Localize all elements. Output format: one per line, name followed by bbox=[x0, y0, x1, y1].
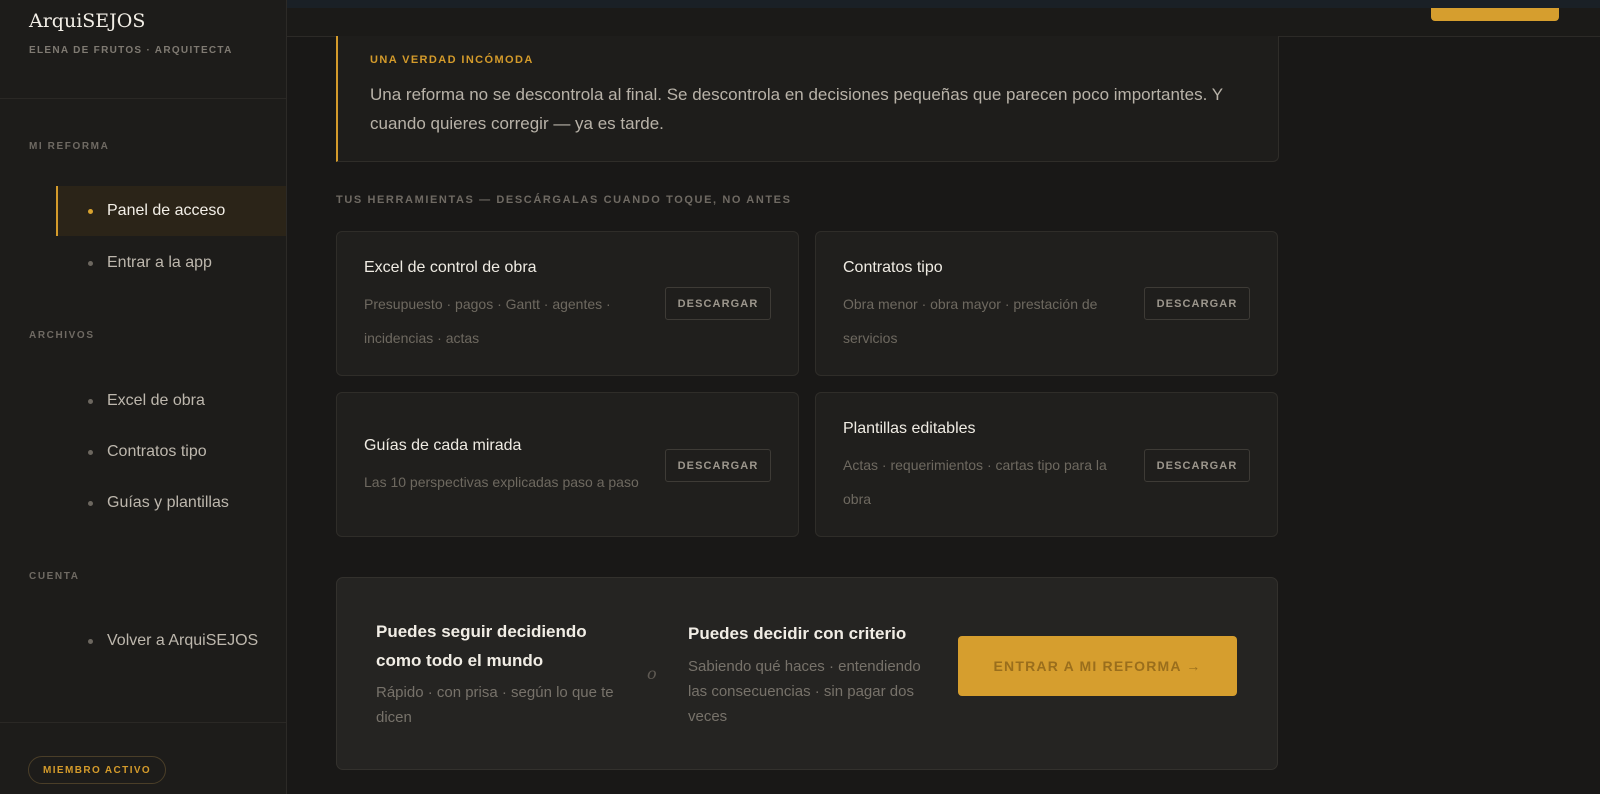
card-description: Obra menor · obra mayor · prestación de … bbox=[843, 296, 1098, 346]
tools-section-title: TUS HERRAMIENTAS — DESCÁRGALAS CUANDO TO… bbox=[336, 194, 792, 206]
bullet-icon bbox=[88, 208, 93, 214]
sidebar-divider bbox=[0, 722, 286, 723]
card-description: Las 10 perspectivas explicadas paso a pa… bbox=[364, 474, 639, 490]
section-label-mi-reforma: MI REFORMA bbox=[29, 141, 110, 152]
tool-card-guias: Guías de cada mirada Las 10 perspectivas… bbox=[336, 392, 799, 537]
download-button[interactable]: DESCARGAR bbox=[1144, 449, 1250, 482]
card-title: Excel de control de obra bbox=[364, 259, 537, 276]
card-description: Presupuesto · pagos · Gantt · agentes · … bbox=[364, 296, 611, 346]
sidebar-item-label: Volver a ArquiSEJOS bbox=[107, 632, 259, 649]
download-button[interactable]: DESCARGAR bbox=[665, 287, 771, 320]
membership-badge: MIEMBRO ACTIVO bbox=[28, 756, 167, 784]
callout-box: UNA VERDAD INCÓMODA Una reforma no se de… bbox=[336, 36, 1279, 162]
download-button[interactable]: DESCARGAR bbox=[665, 449, 771, 482]
card-title: Guías de cada mirada bbox=[364, 437, 522, 454]
sidebar-item-guias-y-plantillas[interactable]: Guías y plantillas bbox=[56, 478, 286, 528]
section-label-cuenta: CUENTA bbox=[29, 571, 80, 582]
section-label-archivos: ARCHIVOS bbox=[29, 330, 95, 341]
tool-card-plantillas: Plantillas editables Actas · requerimien… bbox=[815, 392, 1278, 537]
sidebar-item-contratos-tipo[interactable]: Contratos tipo bbox=[56, 427, 286, 477]
tool-card-excel: Excel de control de obra Presupuesto · p… bbox=[336, 231, 799, 376]
top-bar-action-button[interactable] bbox=[1431, 8, 1559, 21]
card-description: Actas · requerimientos · cartas tipo par… bbox=[843, 457, 1107, 507]
sidebar-divider bbox=[0, 98, 286, 99]
callout-text: Una reforma no se descontrola al final. … bbox=[370, 85, 1223, 133]
enter-reforma-button[interactable]: ENTRAR A MI REFORMA → bbox=[958, 636, 1237, 696]
bullet-icon bbox=[88, 638, 93, 644]
option-criteria-desc: Sabiendo qué haces · entendiendo las con… bbox=[688, 658, 921, 725]
callout-kicker: UNA VERDAD INCÓMODA bbox=[370, 54, 534, 66]
or-separator: o bbox=[647, 664, 657, 683]
sidebar-item-volver-a-arquisejos[interactable]: Volver a ArquiSEJOS bbox=[56, 616, 286, 666]
sidebar-item-panel-de-acceso[interactable]: Panel de acceso bbox=[56, 186, 286, 236]
bullet-icon bbox=[88, 449, 93, 455]
sidebar-item-label: Excel de obra bbox=[107, 392, 205, 409]
download-button[interactable]: DESCARGAR bbox=[1144, 287, 1250, 320]
tool-card-contratos: Contratos tipo Obra menor · obra mayor ·… bbox=[815, 231, 1278, 376]
bullet-icon bbox=[88, 398, 93, 404]
brand-logo-text[interactable]: ArquiSEJOS bbox=[29, 10, 145, 32]
decision-panel: Puedes seguir decidiendo como todo el mu… bbox=[336, 577, 1278, 770]
brand-subtitle: ELENA DE FRUTOS · ARQUITECTA bbox=[29, 45, 233, 56]
sidebar-item-excel-de-obra[interactable]: Excel de obra bbox=[56, 376, 286, 426]
top-bar bbox=[287, 8, 1600, 37]
card-title: Contratos tipo bbox=[843, 259, 943, 276]
card-title: Plantillas editables bbox=[843, 420, 976, 437]
sidebar-item-label: Panel de acceso bbox=[107, 202, 226, 219]
sidebar-item-label: Entrar a la app bbox=[107, 254, 212, 271]
bullet-icon bbox=[88, 500, 93, 506]
sidebar-item-label: Contratos tipo bbox=[107, 443, 207, 460]
option-conventional-title: Puedes seguir decidiendo como todo el mu… bbox=[376, 622, 587, 670]
option-conventional-desc: Rápido · con prisa · según lo que te dic… bbox=[376, 684, 614, 726]
sidebar-item-label: Guías y plantillas bbox=[107, 494, 229, 511]
option-criteria-title: Puedes decidir con criterio bbox=[688, 624, 907, 643]
sidebar: ArquiSEJOS ELENA DE FRUTOS · ARQUITECTA … bbox=[0, 0, 287, 794]
bullet-icon bbox=[88, 260, 93, 266]
sidebar-item-entrar-a-la-app[interactable]: Entrar a la app bbox=[56, 238, 286, 288]
